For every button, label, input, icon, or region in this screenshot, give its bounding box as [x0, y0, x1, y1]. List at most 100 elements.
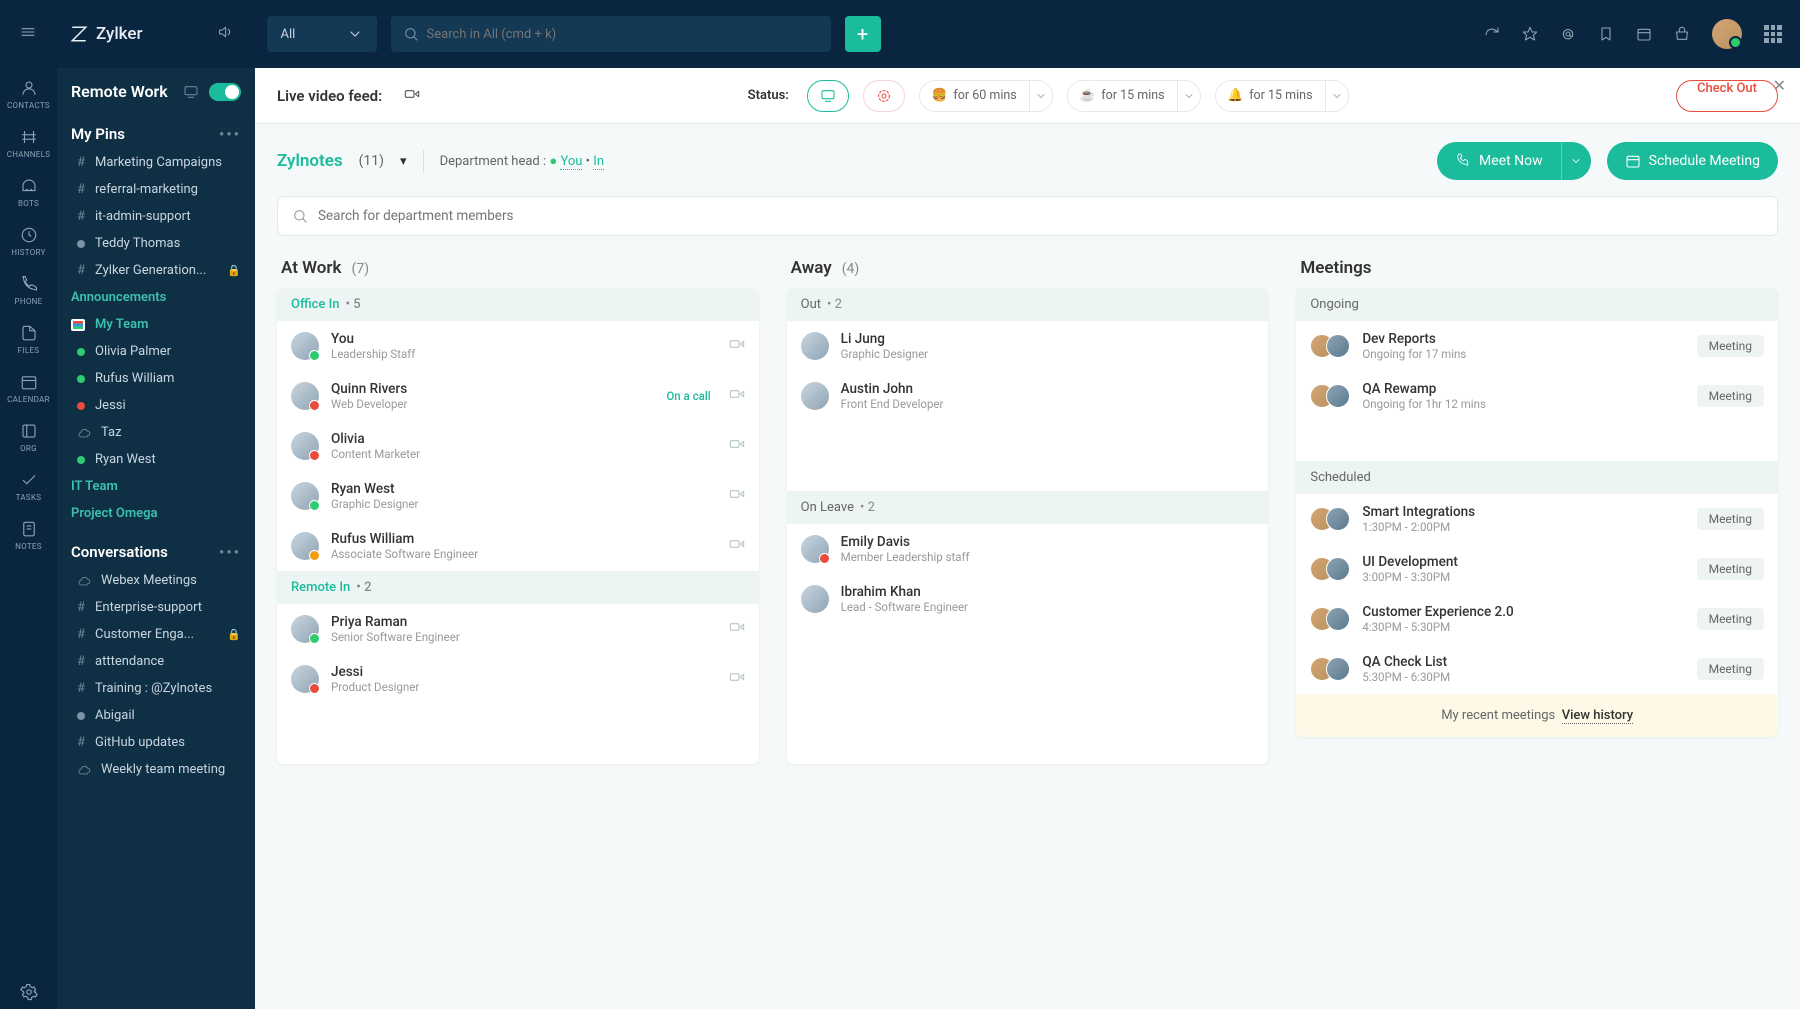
pin-item[interactable]: #Marketing Campaigns: [57, 149, 255, 176]
team-member[interactable]: Olivia Palmer: [57, 338, 255, 365]
meeting-badge[interactable]: Meeting: [1697, 385, 1764, 407]
project-omega-link[interactable]: Project Omega: [57, 500, 255, 527]
calendar-icon[interactable]: [1636, 26, 1652, 42]
user-avatar[interactable]: [1712, 19, 1742, 49]
announcements-link[interactable]: Announcements: [57, 284, 255, 311]
team-member[interactable]: Jessi: [57, 392, 255, 419]
store-icon[interactable]: [1674, 26, 1690, 42]
meeting-row[interactable]: Dev ReportsOngoing for 17 minsMeeting: [1296, 321, 1778, 371]
member-search[interactable]: [277, 196, 1778, 236]
person-row[interactable]: JessiProduct Designer: [277, 654, 759, 704]
meeting-row[interactable]: Customer Experience 2.04:30PM - 5:30PMMe…: [1296, 594, 1778, 644]
video-call-icon[interactable]: [729, 336, 745, 356]
pin-item[interactable]: #referral-marketing: [57, 176, 255, 203]
dept-head-you[interactable]: You: [560, 154, 582, 170]
remote-toggle[interactable]: [209, 83, 241, 101]
search-filter-dropdown[interactable]: All: [267, 16, 377, 52]
team-member[interactable]: Rufus William: [57, 365, 255, 392]
rail-notes[interactable]: NOTES: [0, 512, 57, 559]
meet-now-dropdown[interactable]: [1561, 142, 1591, 180]
rail-calendar[interactable]: CALENDAR: [0, 365, 57, 412]
department-dropdown[interactable]: ▾: [400, 154, 407, 169]
add-button[interactable]: +: [845, 16, 881, 52]
refresh-icon[interactable]: [1484, 26, 1500, 42]
member-search-input[interactable]: [318, 208, 1763, 224]
pin-item[interactable]: #Zylker Generation...🔒: [57, 257, 255, 284]
rail-channels[interactable]: CHANNELS: [0, 120, 57, 167]
mention-icon[interactable]: [1560, 26, 1576, 42]
person-row[interactable]: Quinn RiversWeb DeveloperOn a call: [277, 371, 759, 421]
rail-history[interactable]: HISTORY: [0, 218, 57, 265]
meeting-row[interactable]: Smart Integrations1:30PM - 2:00PMMeeting: [1296, 494, 1778, 544]
person-row[interactable]: OliviaContent Marketer: [277, 421, 759, 471]
conversation-item[interactable]: #Customer Enga...🔒: [57, 621, 255, 648]
bookmark-icon[interactable]: [1598, 26, 1614, 42]
pin-item[interactable]: #it-admin-support: [57, 203, 255, 230]
conversation-item[interactable]: #GitHub updates: [57, 729, 255, 756]
star-icon[interactable]: [1522, 26, 1538, 42]
video-call-icon[interactable]: [729, 436, 745, 456]
conversation-item[interactable]: #Training : @Zylnotes: [57, 675, 255, 702]
status-lunch[interactable]: 🍔for 60 mins: [919, 80, 1029, 112]
meeting-row[interactable]: UI Development3:00PM - 3:30PMMeeting: [1296, 544, 1778, 594]
settings-icon[interactable]: [0, 975, 57, 1009]
meeting-badge[interactable]: Meeting: [1697, 508, 1764, 530]
search-input[interactable]: [427, 27, 819, 42]
menu-icon[interactable]: [20, 24, 36, 44]
meeting-row[interactable]: QA RewampOngoing for 1hr 12 minsMeeting: [1296, 371, 1778, 421]
person-row[interactable]: Priya RamanSenior Software Engineer: [277, 604, 759, 654]
person-row[interactable]: Austin JohnFront End Developer: [787, 371, 1269, 421]
status-coffee-dropdown[interactable]: [1177, 80, 1201, 112]
video-call-icon[interactable]: [729, 669, 745, 689]
status-location[interactable]: [863, 80, 905, 112]
pin-item[interactable]: Teddy Thomas: [57, 230, 255, 257]
meeting-badge[interactable]: Meeting: [1697, 608, 1764, 630]
close-icon[interactable]: ✕: [1773, 76, 1786, 95]
person-row[interactable]: Li JungGraphic Designer: [787, 321, 1269, 371]
meeting-badge[interactable]: Meeting: [1697, 658, 1764, 680]
status-lunch-dropdown[interactable]: [1029, 80, 1053, 112]
person-row[interactable]: Emily DavisMember Leadership staff: [787, 524, 1269, 574]
video-call-icon[interactable]: [729, 536, 745, 556]
pins-menu-icon[interactable]: •••: [219, 125, 241, 143]
video-feed-toggle[interactable]: [404, 86, 420, 106]
status-coffee[interactable]: ☕for 15 mins: [1067, 80, 1177, 112]
meet-now-button[interactable]: Meet Now: [1437, 142, 1561, 180]
meeting-badge[interactable]: Meeting: [1697, 335, 1764, 357]
meeting-badge[interactable]: Meeting: [1697, 558, 1764, 580]
apps-grid-icon[interactable]: [1764, 25, 1782, 43]
dept-head-status[interactable]: In: [593, 154, 604, 170]
status-available[interactable]: [807, 80, 849, 112]
person-row[interactable]: Rufus WilliamAssociate Software Engineer: [277, 521, 759, 571]
team-member[interactable]: Taz: [57, 419, 255, 446]
check-out-button[interactable]: Check Out: [1676, 80, 1778, 112]
rail-files[interactable]: FILES: [0, 316, 57, 363]
meeting-row[interactable]: QA Check List5:30PM - 6:30PMMeeting: [1296, 644, 1778, 694]
view-history-link[interactable]: View history: [1562, 708, 1633, 724]
rail-phone[interactable]: PHONE: [0, 267, 57, 314]
monitor-icon[interactable]: [183, 84, 199, 100]
video-call-icon[interactable]: [729, 386, 745, 406]
schedule-meeting-button[interactable]: Schedule Meeting: [1607, 142, 1778, 180]
conversation-item[interactable]: #Enterprise-support: [57, 594, 255, 621]
rail-tasks[interactable]: TASKS: [0, 463, 57, 510]
my-team-link[interactable]: My Team: [57, 311, 255, 338]
rail-bots[interactable]: BOTS: [0, 169, 57, 216]
video-call-icon[interactable]: [729, 486, 745, 506]
person-row[interactable]: Ryan WestGraphic Designer: [277, 471, 759, 521]
conversation-item[interactable]: Abigail: [57, 702, 255, 729]
status-dnd[interactable]: 🔔for 15 mins: [1215, 80, 1325, 112]
it-team-link[interactable]: IT Team: [57, 473, 255, 500]
team-member[interactable]: Ryan West: [57, 446, 255, 473]
conversation-item[interactable]: #atttendance: [57, 648, 255, 675]
conversation-item[interactable]: Weekly team meeting: [57, 756, 255, 783]
video-call-icon[interactable]: [729, 619, 745, 639]
conversation-item[interactable]: Webex Meetings: [57, 567, 255, 594]
status-dnd-dropdown[interactable]: [1325, 80, 1349, 112]
person-row[interactable]: YouLeadership Staff: [277, 321, 759, 371]
conversations-menu-icon[interactable]: •••: [219, 543, 241, 561]
rail-contacts[interactable]: CONTACTS: [0, 71, 57, 118]
rail-org[interactable]: ORG: [0, 414, 57, 461]
volume-icon[interactable]: [217, 24, 233, 44]
person-row[interactable]: Ibrahim KhanLead - Software Engineer: [787, 574, 1269, 624]
